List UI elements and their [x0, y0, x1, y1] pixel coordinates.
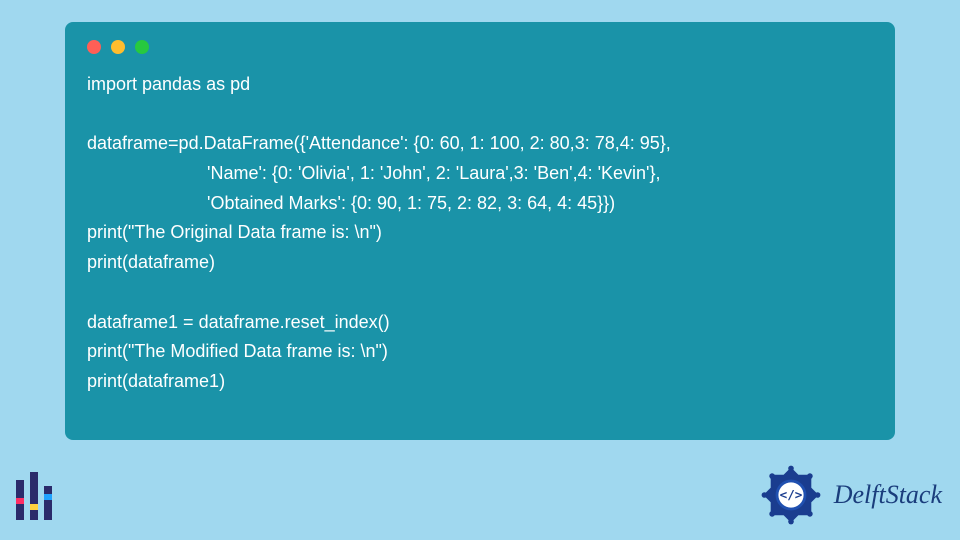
code-content: import pandas as pd dataframe=pd.DataFra… — [87, 70, 873, 397]
footer-left-logo — [12, 468, 62, 528]
maximize-dot-icon — [135, 40, 149, 54]
footer-right-brand: </> DelftStack — [756, 460, 942, 530]
svg-text:</>: </> — [779, 487, 802, 502]
window-controls — [87, 40, 873, 54]
code-window: import pandas as pd dataframe=pd.DataFra… — [65, 22, 895, 440]
delftstack-logo-icon: </> — [756, 460, 826, 530]
bars-logo-icon — [12, 468, 62, 528]
close-dot-icon — [87, 40, 101, 54]
minimize-dot-icon — [111, 40, 125, 54]
brand-name: DelftStack — [834, 480, 942, 510]
